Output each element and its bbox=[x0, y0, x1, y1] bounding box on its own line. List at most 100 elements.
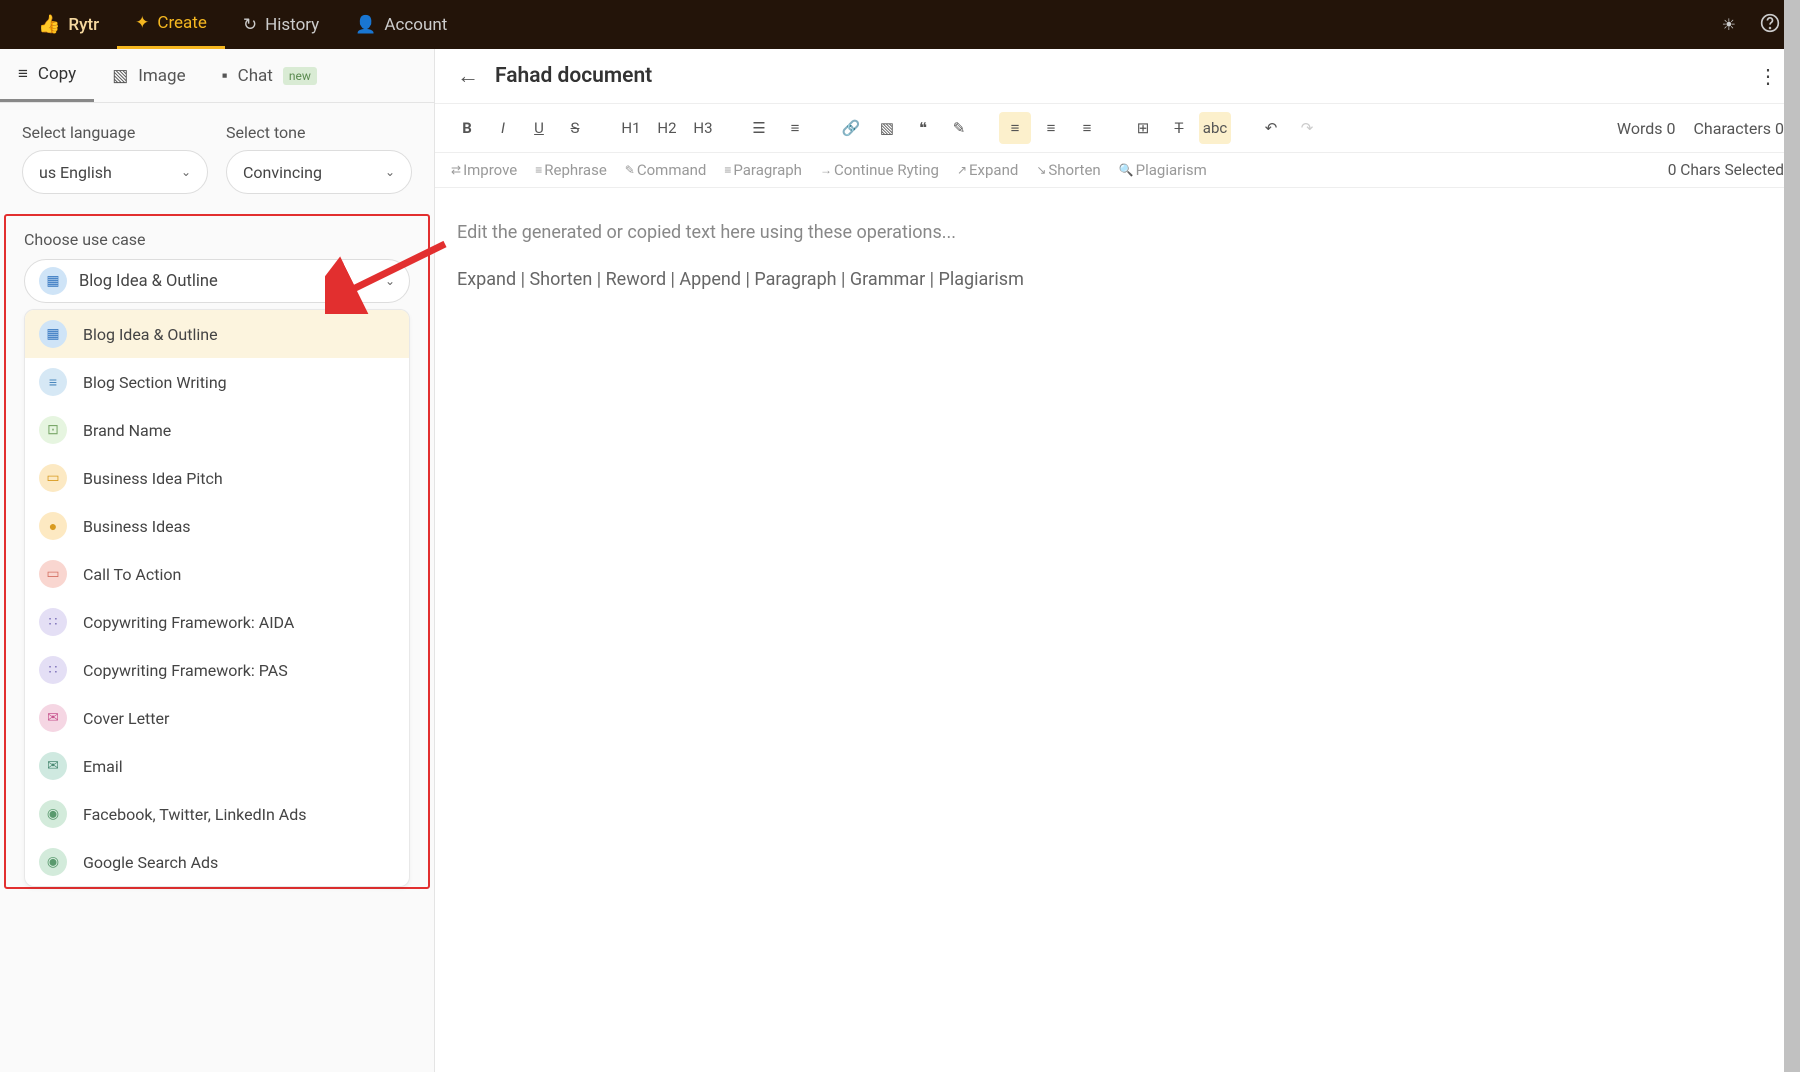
h3-button[interactable]: H3 bbox=[687, 112, 719, 144]
h1-button[interactable]: H1 bbox=[615, 112, 647, 144]
option-label: Business Ideas bbox=[83, 517, 191, 536]
nav-account-label: Account bbox=[384, 15, 447, 35]
usecase-option[interactable]: ⊡ Brand Name bbox=[25, 406, 409, 454]
highlight-button[interactable]: ✎ bbox=[943, 112, 975, 144]
usecase-option[interactable]: ∷ Copywriting Framework: AIDA bbox=[25, 598, 409, 646]
back-button[interactable]: ← bbox=[457, 63, 479, 89]
option-label: Email bbox=[83, 757, 123, 776]
usecase-option[interactable]: ▭Call To Action bbox=[25, 550, 409, 598]
spellcheck-button[interactable]: abc bbox=[1199, 112, 1231, 144]
top-navbar: 👍 Rytr ✦ Create ↻ History 👤 Account ☀ bbox=[0, 0, 1800, 49]
tab-copy-label: Copy bbox=[38, 64, 76, 84]
option-icon: ▦ bbox=[39, 320, 67, 348]
format-toolbar: B I U S H1 H2 H3 ☰ ≡ 🔗 ▧ ❝ ✎ ≡ ≡ ≡ ⊞ T a… bbox=[435, 104, 1800, 153]
option-label: Facebook, Twitter, LinkedIn Ads bbox=[83, 805, 307, 824]
continue-button[interactable]: →Continue Ryting bbox=[820, 161, 939, 179]
theme-toggle-icon[interactable]: ☀ bbox=[1722, 15, 1736, 34]
select-all-button[interactable]: ⊞ bbox=[1127, 112, 1159, 144]
option-icon: ✉ bbox=[39, 752, 67, 780]
language-select[interactable]: us English ⌄ bbox=[22, 150, 208, 194]
paragraph-button[interactable]: ≡Paragraph bbox=[724, 161, 802, 179]
usecase-option[interactable]: ● Business Ideas bbox=[25, 502, 409, 550]
redo-button[interactable]: ↷ bbox=[1291, 112, 1323, 144]
document-icon: ▦ bbox=[39, 267, 67, 295]
tab-image[interactable]: ▧ Image bbox=[94, 49, 203, 102]
tone-select[interactable]: Convincing ⌄ bbox=[226, 150, 412, 194]
tab-chat-label: Chat bbox=[238, 66, 273, 86]
quote-button[interactable]: ❝ bbox=[907, 112, 939, 144]
expand-button[interactable]: ↗Expand bbox=[957, 161, 1018, 179]
placeholder-line1: Edit the generated or copied text here u… bbox=[457, 222, 1778, 243]
tab-image-label: Image bbox=[138, 66, 185, 86]
option-label: Blog Section Writing bbox=[83, 373, 227, 392]
align-right-button[interactable]: ≡ bbox=[1071, 112, 1103, 144]
option-label: Copywriting Framework: PAS bbox=[83, 661, 288, 680]
language-value: us English bbox=[39, 163, 112, 182]
usecase-option[interactable]: ▦Blog Idea & Outline bbox=[25, 310, 409, 358]
scrollbar[interactable] bbox=[1784, 0, 1800, 1072]
nav-account[interactable]: 👤 Account bbox=[337, 0, 465, 49]
option-icon: ≡ bbox=[39, 368, 67, 396]
align-left-button[interactable]: ≡ bbox=[999, 112, 1031, 144]
editor-pane: ← Fahad document ⋮ B I U S H1 H2 H3 ☰ ≡ … bbox=[435, 49, 1800, 1072]
undo-button[interactable]: ↶ bbox=[1255, 112, 1287, 144]
plagiarism-button[interactable]: 🔍Plagiarism bbox=[1119, 161, 1207, 179]
h2-button[interactable]: H2 bbox=[651, 112, 683, 144]
image-button[interactable]: ▧ bbox=[871, 112, 903, 144]
language-label: Select language bbox=[22, 123, 208, 142]
help-icon[interactable] bbox=[1760, 13, 1780, 37]
brand-icon: 👍 bbox=[38, 14, 60, 35]
usecase-selected: Blog Idea & Outline bbox=[79, 272, 218, 291]
history-icon: ↻ bbox=[243, 15, 257, 35]
tab-copy[interactable]: ≡ Copy bbox=[0, 49, 94, 102]
nav-history-label: History bbox=[265, 15, 319, 35]
usecase-option[interactable]: ◉Google Search Ads bbox=[25, 838, 409, 886]
option-icon: ⊡ bbox=[39, 416, 67, 444]
list-icon: ≡ bbox=[18, 64, 28, 84]
more-menu-button[interactable]: ⋮ bbox=[1758, 64, 1778, 88]
chat-icon: ▪ bbox=[222, 66, 228, 86]
document-title: Fahad document bbox=[495, 64, 652, 88]
option-icon: ∷ bbox=[39, 608, 67, 636]
number-list-button[interactable]: ≡ bbox=[779, 112, 811, 144]
usecase-option[interactable]: ◉Facebook, Twitter, LinkedIn Ads bbox=[25, 790, 409, 838]
option-icon: ∷ bbox=[39, 656, 67, 684]
nav-history[interactable]: ↻ History bbox=[225, 0, 337, 49]
option-icon: ✉ bbox=[39, 704, 67, 732]
usecase-option[interactable]: ≡ Blog Section Writing bbox=[25, 358, 409, 406]
option-label: Brand Name bbox=[83, 421, 171, 440]
clear-format-button[interactable]: T bbox=[1163, 112, 1195, 144]
option-icon: ● bbox=[39, 512, 67, 540]
tab-chat[interactable]: ▪ Chat new bbox=[204, 49, 335, 102]
tone-value: Convincing bbox=[243, 163, 322, 182]
underline-button[interactable]: U bbox=[523, 112, 555, 144]
shorten-button[interactable]: ↘Shorten bbox=[1036, 161, 1100, 179]
rephrase-button[interactable]: ≡Rephrase bbox=[535, 161, 607, 179]
usecase-label: Choose use case bbox=[24, 230, 410, 249]
italic-button[interactable]: I bbox=[487, 112, 519, 144]
bold-button[interactable]: B bbox=[451, 112, 483, 144]
editor-body[interactable]: Edit the generated or copied text here u… bbox=[435, 188, 1800, 324]
option-icon: ◉ bbox=[39, 848, 67, 876]
words-stat: Words 0 bbox=[1617, 119, 1676, 138]
nav-create[interactable]: ✦ Create bbox=[117, 0, 225, 49]
bullet-list-button[interactable]: ☰ bbox=[743, 112, 775, 144]
usecase-option[interactable]: ∷ Copywriting Framework: PAS bbox=[25, 646, 409, 694]
command-button[interactable]: ✎Command bbox=[625, 161, 707, 179]
brand-logo[interactable]: 👍 Rytr bbox=[20, 14, 117, 35]
align-center-button[interactable]: ≡ bbox=[1035, 112, 1067, 144]
usecase-option[interactable]: ✉ Email bbox=[25, 742, 409, 790]
chars-stat: Characters 0 bbox=[1694, 119, 1784, 138]
link-button[interactable]: 🔗 bbox=[835, 112, 867, 144]
option-label: Business Idea Pitch bbox=[83, 469, 223, 488]
strike-button[interactable]: S bbox=[559, 112, 591, 144]
option-label: Copywriting Framework: AIDA bbox=[83, 613, 294, 632]
usecase-option[interactable]: ▭ Business Idea Pitch bbox=[25, 454, 409, 502]
action-toolbar: ⇄Improve ≡Rephrase ✎Command ≡Paragraph →… bbox=[435, 153, 1800, 188]
sub-tabs: ≡ Copy ▧ Image ▪ Chat new bbox=[0, 49, 434, 103]
person-icon: 👤 bbox=[355, 15, 376, 35]
usecase-select[interactable]: ▦ Blog Idea & Outline ⌄ bbox=[24, 259, 410, 303]
usecase-option[interactable]: ✉Cover Letter bbox=[25, 694, 409, 742]
improve-button[interactable]: ⇄Improve bbox=[451, 161, 517, 179]
option-icon: ▭ bbox=[39, 464, 67, 492]
